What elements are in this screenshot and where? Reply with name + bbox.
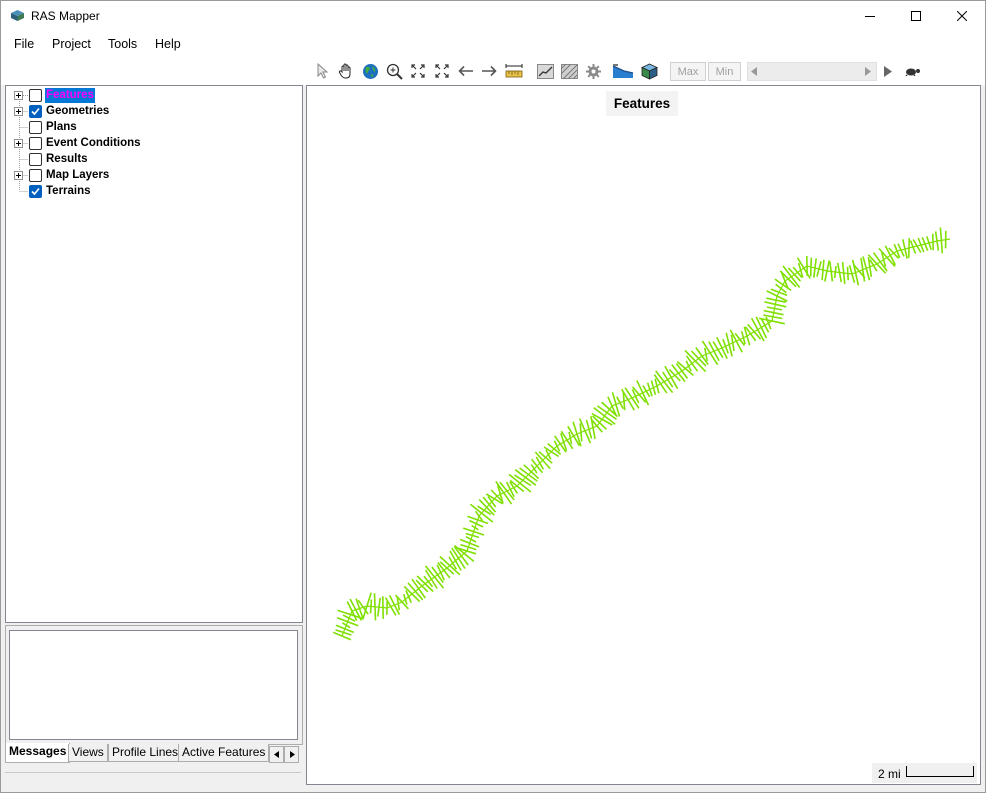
3d-view-button[interactable] [639,61,659,81]
max-button[interactable]: Max [670,62,706,81]
window-title: RAS Mapper [31,9,100,23]
tab-views[interactable]: Views [68,744,108,762]
tab-messages[interactable]: Messages [5,743,71,763]
tree-item-geometries[interactable]: Geometries [6,104,296,120]
layer-tree[interactable]: Features Geometries Plans Event Conditions R… [5,85,303,623]
zoom-extents-button[interactable] [408,61,428,81]
messages-panel [5,625,303,745]
tree-item-checkbox[interactable] [29,121,42,134]
river-features-layer [332,227,951,641]
expand-icon[interactable] [14,139,23,148]
checkmark-icon [31,187,40,196]
water-surface-icon [612,64,634,78]
tree-item-checkbox[interactable] [29,153,42,166]
zoom-extents-icon [411,64,425,78]
tree-item-label: Terrains [46,185,91,197]
scale-bar-line [906,766,974,777]
tree-item-checkbox[interactable] [29,89,42,102]
tab-scroll-right-icon [289,751,295,758]
menu-project[interactable]: Project [52,37,91,51]
measure-button[interactable] [504,61,524,81]
status-strip [5,772,301,791]
tree-item-map-layers[interactable]: Map Layers [6,168,296,184]
app-window: RAS Mapper File Project Tools Help Max M… [0,0,986,793]
tab-scroll-left-button[interactable] [269,746,284,763]
tab-active-features[interactable]: Active Features [178,744,270,762]
time-slider[interactable] [747,62,877,81]
toolbar: Max Min [1,56,985,85]
tree-item-checkbox[interactable] [29,105,42,118]
back-button[interactable] [456,61,476,81]
menu-tools[interactable]: Tools [108,37,137,51]
close-icon [957,11,967,21]
forward-button[interactable] [479,61,499,81]
tree-item-checkbox[interactable] [29,137,42,150]
ras-mapper-app-icon [11,10,24,21]
play-button[interactable] [878,61,898,81]
tree-item-label: Results [46,153,88,165]
tab-scroll-left-icon [273,751,279,758]
tree-item-terrains[interactable]: Terrains [6,184,296,200]
tree-item-label: Event Conditions [46,137,141,149]
arrow-left-icon [458,65,473,77]
tree-item-label: Geometries [46,105,110,117]
minimize-button[interactable] [847,1,893,31]
pointer-arrow-icon [317,63,329,79]
zoom-in-icon [386,63,403,80]
tab-scroll-right-button[interactable] [284,746,299,763]
tab-profile-lines[interactable]: Profile Lines [108,744,183,762]
ruler-icon [505,64,523,78]
tree-item-label: Features [45,88,95,103]
globe-icon [362,63,378,79]
tree-item-checkbox[interactable] [29,185,42,198]
full-extent-button[interactable] [432,61,452,81]
animation-speed-button[interactable] [901,61,923,81]
menu-help[interactable]: Help [155,37,181,51]
tree-item-features[interactable]: Features [6,88,296,104]
tree-item-event-conditions[interactable]: Event Conditions [6,136,296,152]
tree-item-results[interactable]: Results [6,152,296,168]
hatch-pattern-icon [560,63,578,79]
select-tool-button[interactable] [313,61,333,81]
3d-cube-icon [640,63,658,80]
tree-item-label: Plans [46,121,77,133]
slider-left-arrow-icon [751,67,757,76]
menu-file[interactable]: File [14,37,34,51]
globe-button[interactable] [360,61,380,81]
tree-item-checkbox[interactable] [29,169,42,182]
play-icon [884,65,892,77]
map-canvas[interactable]: Features 2 mi [306,85,981,785]
tree-item-label: Map Layers [46,169,110,181]
messages-textbox[interactable] [9,630,298,740]
water-surface-button[interactable] [611,61,635,81]
profile-plot-button[interactable] [535,61,555,81]
title-bar: RAS Mapper [1,1,985,31]
maximize-icon [911,11,921,21]
gear-icon [585,63,601,79]
expand-icon[interactable] [14,91,23,100]
arrow-right-icon [482,65,497,77]
hand-pan-icon [338,62,351,78]
hatch-layer-button[interactable] [559,61,579,81]
maximize-button[interactable] [893,1,939,31]
scale-label: 2 mi [878,767,901,781]
turtle-icon [905,68,920,76]
close-button[interactable] [939,1,985,31]
checkmark-icon [31,107,40,116]
full-extent-icon [435,64,449,78]
slider-right-arrow-icon [865,67,871,76]
bottom-tab-strip: Messages Views Profile Lines Active Feat… [5,743,301,764]
settings-button[interactable] [583,61,603,81]
scale-bar: 2 mi [872,763,977,783]
min-button[interactable]: Min [708,62,741,81]
profile-plot-icon [536,63,554,79]
expand-icon[interactable] [14,107,23,116]
zoom-in-button[interactable] [384,61,404,81]
minimize-icon [865,16,875,17]
pan-tool-button[interactable] [336,61,356,81]
menu-bar: File Project Tools Help [1,31,985,56]
expand-icon[interactable] [14,171,23,180]
cross-section-lines [332,227,947,641]
tree-item-plans[interactable]: Plans [6,120,296,136]
